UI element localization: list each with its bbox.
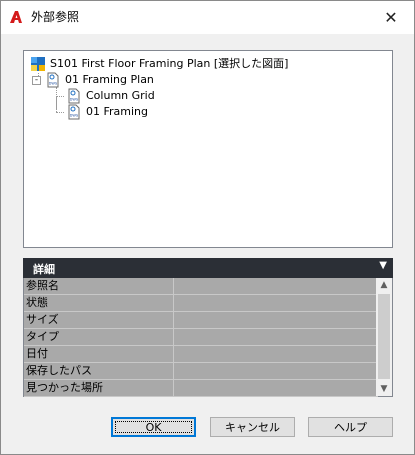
property-value (174, 329, 378, 346)
details-title: 詳細 (33, 263, 55, 276)
tree-node-label: S101 First Floor Framing Plan [選択した図面] (50, 57, 289, 70)
scroll-thumb[interactable] (378, 294, 390, 379)
property-row[interactable]: タイプ (24, 329, 378, 346)
property-value (174, 278, 378, 295)
tree-guide-line (56, 96, 57, 112)
property-name: タイプ (24, 329, 174, 346)
tree-node-label: 01 Framing Plan (65, 73, 154, 86)
property-name: サイズ (24, 312, 174, 329)
property-row[interactable]: 状態 (24, 295, 378, 312)
details-properties[interactable]: 参照名 状態 サイズ タイプ 日付 保存したパス 見つかった場所 ▲ ▼ (23, 278, 393, 397)
close-button[interactable]: ✕ (368, 1, 414, 33)
property-value (174, 380, 378, 397)
property-name: 見つかった場所 (24, 380, 174, 397)
external-reference-dialog: 外部参照 ✕ S101 First Floor Framing Plan [選択… (0, 0, 415, 455)
reference-tree[interactable]: S101 First Floor Framing Plan [選択した図面] -… (23, 50, 393, 248)
tree-guide-line (56, 112, 64, 113)
property-value (174, 346, 378, 363)
window-title: 外部参照 (31, 10, 80, 24)
properties-scrollbar[interactable]: ▲ ▼ (376, 278, 392, 396)
focus-rectangle (115, 421, 192, 433)
tree-node-label: Column Grid (86, 89, 155, 102)
cancel-button[interactable]: キャンセル (210, 417, 295, 437)
property-row[interactable]: 日付 (24, 346, 378, 363)
help-button-label: ヘルプ (334, 421, 367, 434)
dwg-file-icon: DWG (45, 72, 61, 88)
property-row[interactable]: 見つかった場所 (24, 380, 378, 397)
tree-node-grandchild[interactable]: DWG 01 Framing (66, 104, 148, 120)
scroll-down-icon[interactable]: ▼ (376, 382, 392, 396)
dwg-file-icon: DWG (66, 88, 82, 104)
property-value (174, 295, 378, 312)
chevron-down-icon[interactable]: ▼ (379, 260, 387, 271)
property-row[interactable]: 保存したパス (24, 363, 378, 380)
tree-collapse-icon[interactable]: - (32, 75, 41, 85)
property-name: 保存したパス (24, 363, 174, 380)
tree-guide-line (56, 96, 64, 97)
dwg-file-icon: DWG (66, 104, 82, 120)
ok-button[interactable]: OK (111, 417, 196, 437)
svg-text:DWG: DWG (49, 82, 58, 86)
property-value (174, 363, 378, 380)
svg-text:DWG: DWG (70, 98, 79, 102)
tree-node-child[interactable]: - DWG 01 Framing Plan (32, 72, 154, 88)
property-name: 日付 (24, 346, 174, 363)
tree-node-root[interactable]: S101 First Floor Framing Plan [選択した図面] (30, 56, 288, 72)
property-value (174, 312, 378, 329)
property-name: 参照名 (24, 278, 174, 295)
property-row[interactable]: サイズ (24, 312, 378, 329)
cancel-button-label: キャンセル (225, 421, 280, 434)
drawing-sheet-icon (30, 56, 46, 72)
close-icon: ✕ (384, 7, 398, 27)
scroll-up-icon[interactable]: ▲ (376, 278, 392, 292)
details-header[interactable]: 詳細 ▼ (23, 258, 393, 278)
svg-text:DWG: DWG (70, 114, 79, 118)
property-name: 状態 (24, 295, 174, 312)
tree-node-label: 01 Framing (86, 105, 149, 118)
help-button[interactable]: ヘルプ (308, 417, 393, 437)
property-row[interactable]: 参照名 (24, 278, 378, 295)
autocad-a-icon (9, 10, 23, 24)
title-bar: 外部参照 ✕ (1, 1, 414, 34)
tree-node-grandchild[interactable]: DWG Column Grid (66, 88, 155, 104)
